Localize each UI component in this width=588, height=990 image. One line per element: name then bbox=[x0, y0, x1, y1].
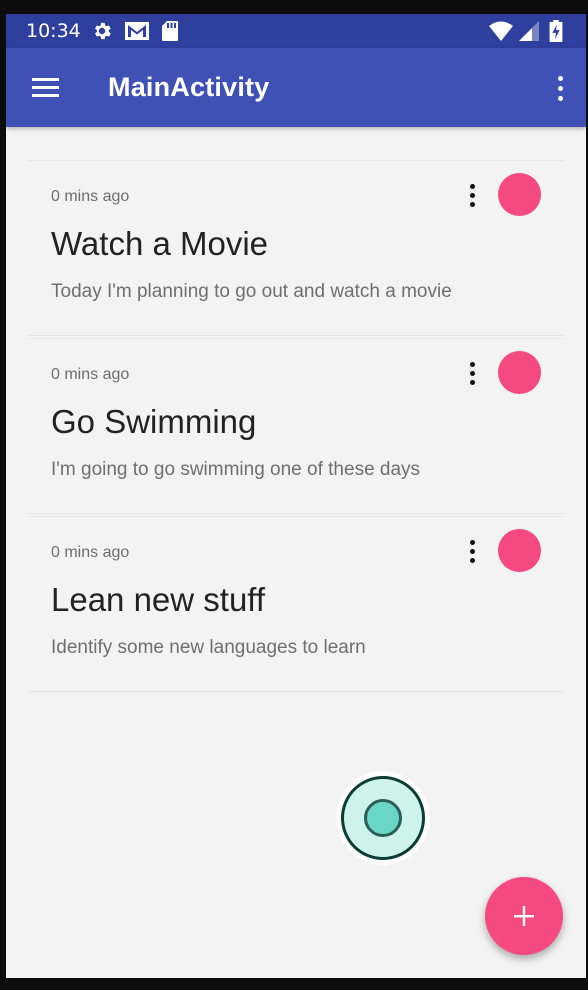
note-color-indicator[interactable] bbox=[498, 351, 541, 394]
note-more-vert-icon[interactable] bbox=[462, 181, 484, 211]
note-card[interactable]: 0 mins ago Go Swimming I'm going to go s… bbox=[28, 338, 564, 514]
note-description: Identify some new languages to learn bbox=[51, 637, 366, 658]
note-time: 0 mins ago bbox=[51, 366, 130, 383]
signal-icon bbox=[519, 21, 539, 41]
note-color-indicator[interactable] bbox=[498, 529, 541, 572]
note-title: Watch a Movie bbox=[51, 225, 269, 262]
notes-list: 0 mins ago Watch a Movie Today I'm plann… bbox=[28, 160, 564, 694]
add-note-button[interactable] bbox=[485, 877, 563, 955]
status-time: 10:34 bbox=[26, 20, 81, 42]
more-vert-icon[interactable] bbox=[548, 72, 572, 106]
device-screen: 10:34 MainActivity 0 mins ago Watch a Mo… bbox=[6, 14, 586, 978]
note-description: Today I'm planning to go out and watch a… bbox=[51, 281, 452, 302]
note-description: I'm going to go swimming one of these da… bbox=[51, 459, 421, 480]
status-bar: 10:34 bbox=[6, 14, 586, 48]
settings-icon bbox=[95, 22, 111, 40]
add-icon bbox=[514, 906, 534, 926]
note-time: 0 mins ago bbox=[51, 544, 130, 561]
touch-indicator-inner bbox=[364, 799, 402, 837]
note-card[interactable]: 0 mins ago Lean new stuff Identify some … bbox=[28, 516, 564, 692]
menu-icon[interactable] bbox=[24, 72, 68, 104]
note-more-vert-icon[interactable] bbox=[462, 537, 484, 567]
note-time: 0 mins ago bbox=[51, 188, 130, 205]
wifi-icon bbox=[489, 21, 513, 41]
gmail-icon bbox=[125, 22, 149, 40]
note-more-vert-icon[interactable] bbox=[462, 359, 484, 389]
app-bar: MainActivity bbox=[6, 48, 586, 127]
sd-card-icon bbox=[162, 21, 178, 41]
note-card[interactable]: 0 mins ago Watch a Movie Today I'm plann… bbox=[28, 160, 564, 336]
note-title: Lean new stuff bbox=[51, 581, 266, 618]
note-color-indicator[interactable] bbox=[498, 173, 541, 216]
app-title: MainActivity bbox=[108, 72, 270, 102]
touch-indicator bbox=[341, 776, 425, 860]
note-title: Go Swimming bbox=[51, 403, 257, 440]
battery-charging-icon bbox=[549, 20, 563, 42]
